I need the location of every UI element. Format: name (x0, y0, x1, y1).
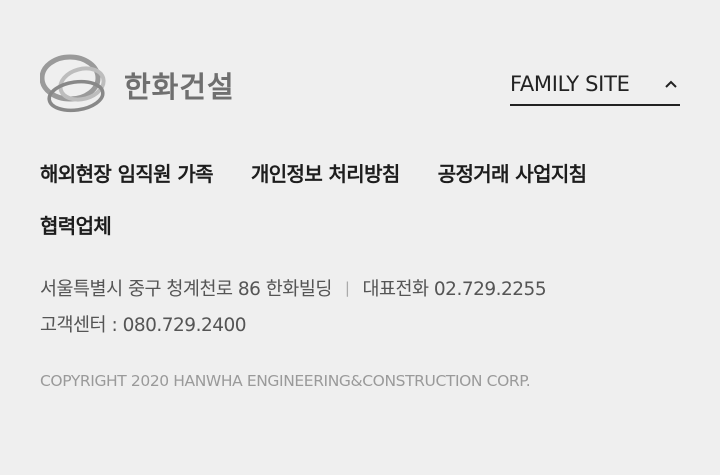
company-logo[interactable]: 한화건설 (40, 48, 234, 116)
customer-center-text: 고객센터 : 080.729.2400 (40, 315, 247, 336)
company-info: 서울특별시 중구 청계천로 86 한화빌딩 | 대표전화 02.729.2255… (40, 270, 547, 342)
footer-nav-row: 해외현장 임직원 가족 개인정보 처리방침 공정거래 사업지침 (40, 152, 700, 192)
customer-center-line: 고객센터 : 080.729.2400 (40, 306, 546, 342)
separator: | (344, 279, 350, 297)
nav-link-fair-trade[interactable]: 공정거래 사업지침 (438, 158, 587, 187)
logo-wordmark: 한화건설 (124, 70, 235, 104)
copyright-text: COPYRIGHT 2020 HANWHA ENGINEERING&CONSTR… (40, 372, 531, 390)
footer-nav: 해외현장 임직원 가족 개인정보 처리방침 공정거래 사업지침 협력업체 (40, 152, 700, 256)
nav-link-partners[interactable]: 협력업체 (40, 210, 112, 239)
family-site-dropdown[interactable]: FAMILY SITE (510, 64, 680, 106)
family-site-label: FAMILY SITE (510, 72, 630, 96)
hanwha-rings-logo-icon (40, 54, 106, 113)
address-line: 서울특별시 중구 청계천로 86 한화빌딩 | 대표전화 02.729.2255 (40, 270, 547, 306)
phone-text: 대표전화 02.729.2255 (362, 279, 547, 300)
address-text: 서울특별시 중구 청계천로 86 한화빌딩 (40, 279, 332, 300)
nav-link-privacy-policy[interactable]: 개인정보 처리방침 (251, 158, 400, 187)
footer-nav-row: 협력업체 (40, 204, 700, 244)
nav-link-overseas-families[interactable]: 해외현장 임직원 가족 (40, 158, 214, 187)
chevron-up-icon (665, 80, 677, 88)
